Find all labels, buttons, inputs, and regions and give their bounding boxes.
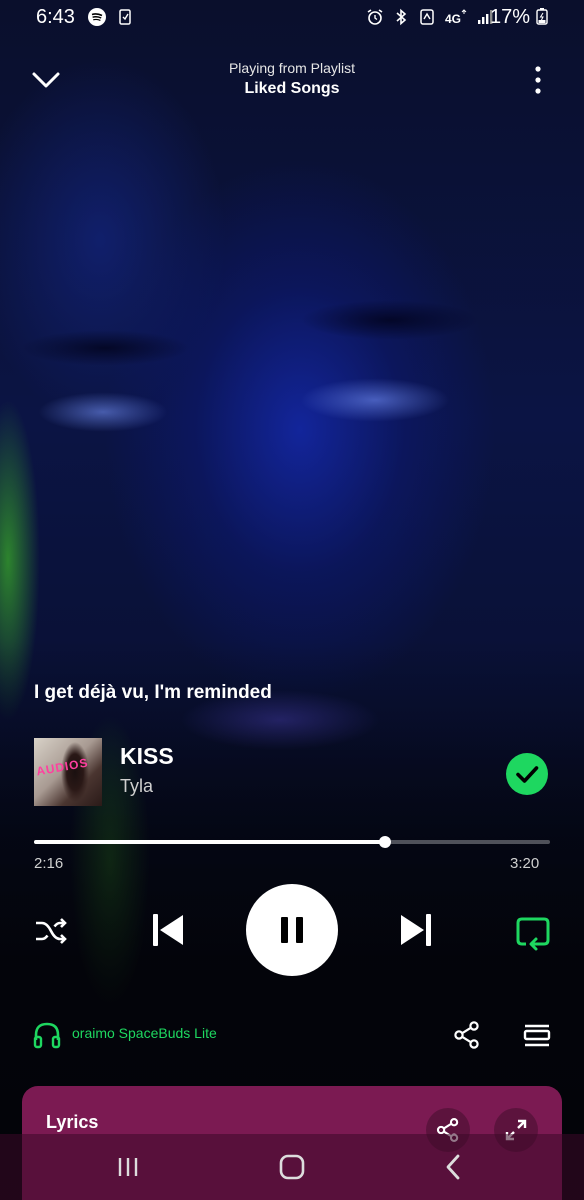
lyrics-card-title: Lyrics <box>46 1112 99 1132</box>
previous-button[interactable] <box>148 910 188 950</box>
liked-button[interactable] <box>506 753 548 795</box>
svg-text:4G: 4G <box>445 12 461 26</box>
track-title[interactable]: KISS <box>120 743 174 770</box>
status-left-icons <box>88 8 134 26</box>
more-options-button[interactable] <box>526 62 550 98</box>
total-time: 3:20 <box>510 855 540 872</box>
shuffle-button[interactable] <box>32 912 70 950</box>
current-lyric-line: I get déjà vu, I'm reminded <box>34 682 272 703</box>
sim-icon <box>119 9 131 25</box>
headphones-icon[interactable] <box>32 1020 62 1050</box>
playing-from-label: Playing from Playlist <box>228 60 356 76</box>
now-playing-screen: 6:43 4G 17% Playing from Playlist Liked … <box>0 0 584 1200</box>
skip-next-icon <box>401 914 431 946</box>
background-art-eye <box>38 392 168 432</box>
queue-icon <box>523 1024 551 1047</box>
share-button[interactable] <box>452 1020 482 1050</box>
system-navigation-bar <box>0 1134 584 1200</box>
next-button[interactable] <box>396 910 436 950</box>
background-art-brow <box>20 330 190 366</box>
skip-previous-icon <box>153 914 183 946</box>
share-icon <box>454 1021 479 1049</box>
background-art-eye <box>300 378 450 422</box>
repeat-button[interactable] <box>512 912 554 954</box>
background-art-brow <box>300 300 480 340</box>
home-button[interactable] <box>272 1150 312 1184</box>
check-icon <box>516 766 539 783</box>
pause-icon <box>281 917 303 943</box>
data-saver-icon <box>420 9 434 25</box>
elapsed-time: 2:16 <box>34 855 64 872</box>
album-art: AUDIOS <box>34 738 102 806</box>
more-vertical-icon <box>535 66 541 94</box>
bluetooth-icon <box>396 8 407 26</box>
progress-bar[interactable] <box>34 836 550 848</box>
status-time: 6:43 <box>36 6 75 28</box>
pause-button[interactable] <box>246 884 338 976</box>
queue-button[interactable] <box>522 1020 552 1050</box>
alarm-icon <box>367 9 383 25</box>
status-bar: 6:43 4G 17% <box>0 0 584 36</box>
back-icon <box>446 1154 460 1180</box>
recent-apps-button[interactable] <box>108 1150 148 1184</box>
back-button[interactable] <box>434 1150 474 1184</box>
status-right-icons: 4G <box>366 8 494 26</box>
4g-icon: 4G <box>445 9 467 26</box>
shuffle-icon <box>36 918 67 944</box>
home-icon <box>279 1154 305 1180</box>
playlist-title[interactable]: Liked Songs <box>0 80 584 98</box>
battery-percentage: 17% <box>490 6 548 29</box>
track-artist[interactable]: Tyla <box>120 776 153 797</box>
progress-thumb[interactable] <box>378 836 391 848</box>
spotify-icon <box>88 8 106 26</box>
connected-device-name[interactable]: oraimo SpaceBuds Lite <box>72 1025 217 1041</box>
recents-icon <box>118 1158 138 1176</box>
progress-fill <box>34 840 385 844</box>
battery-icon <box>535 8 548 25</box>
repeat-icon <box>516 917 550 951</box>
